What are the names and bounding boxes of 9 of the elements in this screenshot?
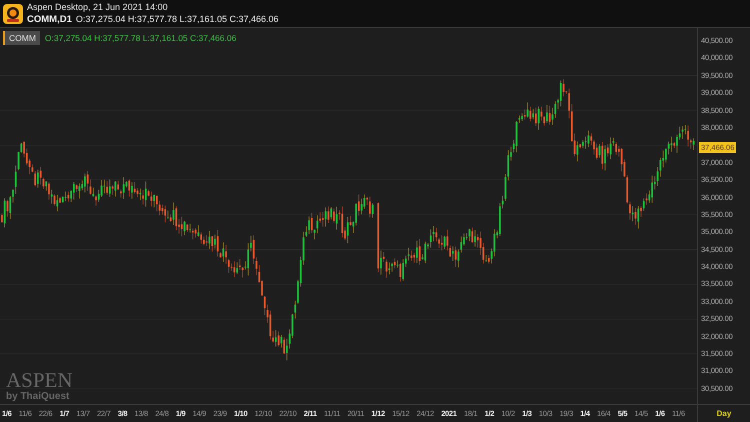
ohlc-readout: O:37,275.04 H:37,577.78 L:37,161.05 C:37,466.06 — [44, 33, 236, 43]
ohlc-readout: O:37,275.04 H:37,577.78 L:37,161.05 C:37,466.06 — [76, 14, 279, 25]
watermark-byline: by ThaiQuest — [6, 391, 70, 402]
symbol-tag[interactable]: COMM — [3, 31, 40, 45]
window-title: Aspen Desktop, 21 Jun 2021 14:00 — [27, 2, 169, 13]
symbol-label: COMM,D1 — [27, 14, 72, 25]
app-logo-icon — [3, 4, 23, 24]
watermark-logo: ASPEN — [6, 369, 73, 391]
timeframe-label[interactable]: Day — [698, 409, 750, 418]
